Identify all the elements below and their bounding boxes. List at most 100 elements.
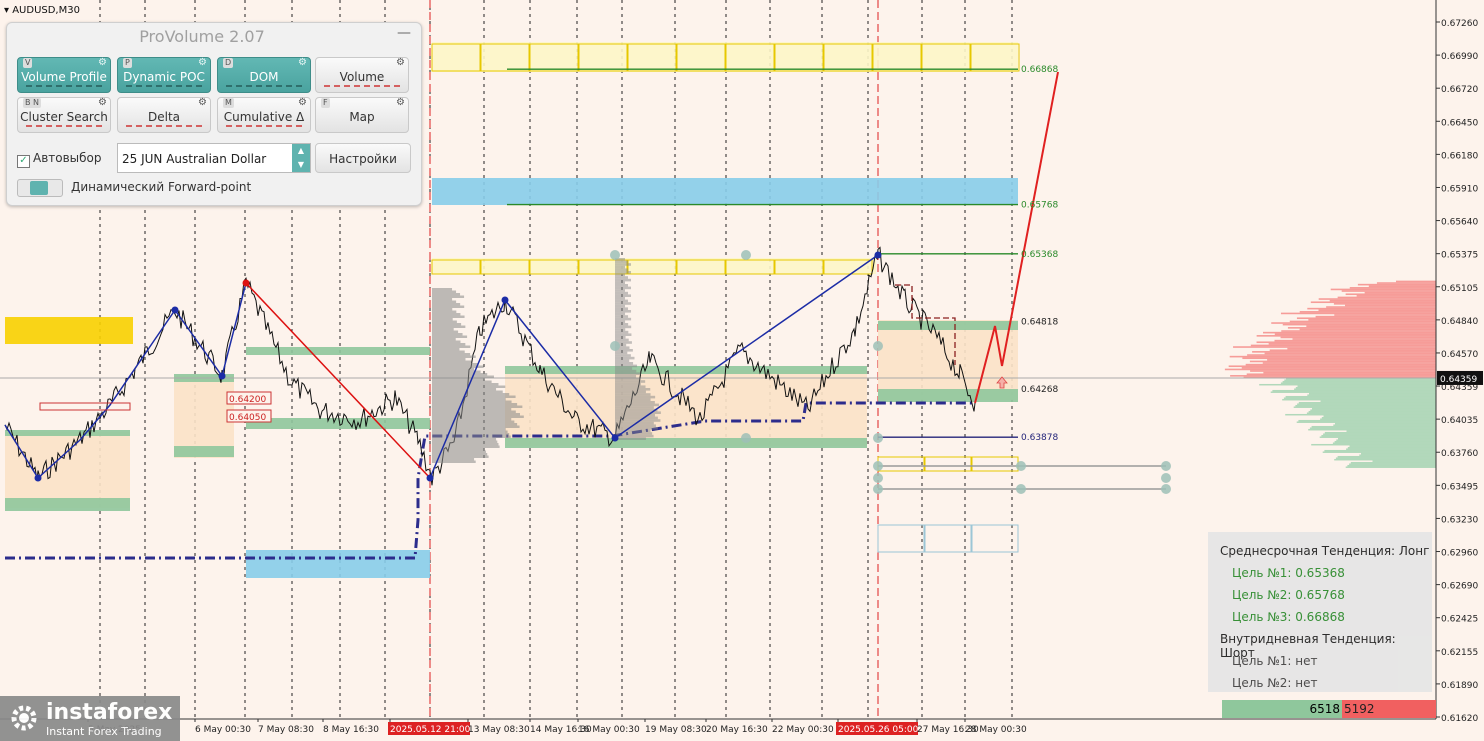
sell-volume-bar — [1334, 314, 1436, 316]
session-volume-bar — [615, 312, 626, 316]
settings-button[interactable]: Настройки — [315, 143, 411, 173]
gear-icon[interactable]: ⚙ — [396, 57, 405, 69]
sell-volume-bar — [1306, 325, 1436, 328]
price-tick-label: 0.63760 — [1441, 449, 1478, 459]
buy-volume-bar — [1335, 457, 1436, 459]
panel-title: ProVolume 2.07 — [139, 27, 265, 46]
session-volume-bar — [615, 388, 651, 391]
pivot-point — [426, 474, 434, 482]
gear-icon[interactable]: ⚙ — [198, 57, 207, 69]
minimize-button[interactable]: — — [397, 25, 411, 41]
blue-zone — [432, 178, 1018, 205]
delta-label: Delta — [147, 110, 180, 124]
autoselect-label: Автовыбор — [33, 151, 102, 165]
session-volume-bar — [432, 310, 457, 313]
session-volume-bar — [432, 413, 520, 416]
check-icon[interactable]: ✓ — [17, 155, 30, 168]
session-volume-bar — [432, 360, 472, 363]
volume-button[interactable]: ⚙ Volume — [315, 57, 409, 93]
session-volume-bar — [615, 286, 632, 290]
gear-icon[interactable]: ⚙ — [298, 57, 307, 69]
time-tick-label: 7 May 08:30 — [258, 725, 314, 735]
session-volume-bar — [432, 290, 457, 293]
session-volume-bar — [432, 355, 476, 358]
session-volume-bar — [615, 276, 629, 279]
session-volume-bar — [432, 320, 457, 323]
session-volume-bar — [615, 390, 646, 394]
price-tick-label: 0.67260 — [1441, 19, 1478, 29]
cumulative-delta-button[interactable]: M ⚙ Cumulative Δ — [217, 97, 311, 133]
spinner-icon[interactable]: ▲ ▼ — [292, 144, 310, 172]
session-volume-bar — [432, 350, 465, 353]
gear-icon[interactable]: ⚙ — [396, 97, 405, 109]
session-volume-bar — [432, 438, 497, 441]
gear-icon[interactable]: ⚙ — [98, 57, 107, 69]
sell-volume-bar — [1345, 304, 1436, 307]
forward-point-label: Динамический Forward-point — [71, 180, 252, 194]
session-volume-bar — [615, 427, 658, 430]
session-volume-bar — [432, 325, 466, 328]
session-volume-bar — [432, 388, 497, 391]
session-volume-bar — [615, 294, 632, 297]
session-volume-bar — [432, 363, 478, 366]
session-volume-bar — [615, 320, 626, 323]
instaforex-logo: instaforex Instant Forex Trading — [0, 696, 180, 741]
pivot-point — [501, 296, 509, 304]
sell-volume-bar — [1280, 312, 1436, 315]
volume-profile-button[interactable]: V ⚙ Volume Profile — [17, 57, 111, 93]
price-tick-label: 0.66990 — [1441, 52, 1478, 62]
provolume-panel[interactable]: ProVolume 2.07 — V ⚙ Volume Profile P ⚙ Dyna… — [6, 22, 422, 206]
time-tick-label: 16 May 00:30 — [578, 725, 640, 735]
level-marker — [873, 341, 883, 351]
buy-volume-bar — [1309, 392, 1436, 395]
sell-volume-bar — [1308, 319, 1436, 321]
buy-volume-bar — [1350, 461, 1436, 464]
gear-icon[interactable]: ⚙ — [198, 97, 207, 109]
delta-button[interactable]: ⚙ Delta — [117, 97, 211, 133]
sell-volume-bar — [1268, 343, 1436, 345]
sell-volume-bar — [1296, 317, 1436, 320]
buy-volume-bar — [1372, 460, 1436, 462]
session-volume-bar — [432, 415, 524, 418]
gear-icon[interactable]: ⚙ — [98, 97, 107, 109]
session-volume-bar — [615, 375, 637, 378]
map-button[interactable]: F ⚙ Map — [315, 97, 409, 133]
session-volume-bar — [432, 300, 457, 303]
session-volume-bar — [432, 305, 465, 308]
symbol-text: AUDUSD,M30 — [12, 5, 80, 16]
buy-volume-bar — [1336, 439, 1436, 441]
dom-label: DOM — [249, 70, 279, 84]
cluster-search-button[interactable]: B N ⚙ Cluster Search — [17, 97, 111, 133]
autoselect-checkbox[interactable]: ✓ Автовыбор — [17, 151, 102, 168]
toggle-knob — [30, 181, 48, 195]
sell-volume-bar — [1318, 309, 1436, 312]
level-marker — [1161, 473, 1171, 483]
session-volume-bar — [615, 338, 629, 342]
pivot-point — [171, 306, 179, 314]
sell-volume-bar — [1396, 280, 1436, 283]
forward-point-toggle[interactable] — [17, 179, 63, 197]
session-volume-bar — [615, 354, 631, 357]
price-tick-label: 0.64570 — [1441, 350, 1478, 360]
session-volume-bar — [615, 273, 626, 277]
dynamic-poc-button[interactable]: P ⚙ Dynamic POC — [117, 57, 211, 93]
sell-volume-bar — [1337, 296, 1436, 299]
instrument-select[interactable]: 25 JUN Australian Dollar ▲ ▼ — [117, 143, 311, 173]
price-tick-label: 0.66450 — [1441, 118, 1478, 128]
session-volume-bar — [615, 307, 629, 310]
sell-volume-bar — [1228, 365, 1436, 368]
buy-volume-bar — [1294, 388, 1436, 390]
session-volume-bar — [615, 359, 630, 362]
gear-icon[interactable]: ⚙ — [298, 97, 307, 109]
sell-volume-bar — [1233, 346, 1436, 348]
session-volume-bar — [615, 299, 629, 303]
session-volume-bar — [432, 443, 499, 446]
trend-panel: Среднесрочная Тенденция: Лонг Цель №1: 0… — [1208, 532, 1432, 692]
buy-volume-bar — [1346, 448, 1436, 450]
dom-button[interactable]: D ⚙ DOM — [217, 57, 311, 93]
support-band — [878, 389, 1018, 402]
level-label: 0.64818 — [1021, 317, 1058, 327]
buy-volume-bar — [1338, 437, 1436, 440]
sell-volume-bar — [1329, 299, 1436, 302]
sell-volume-bar — [1326, 306, 1436, 308]
